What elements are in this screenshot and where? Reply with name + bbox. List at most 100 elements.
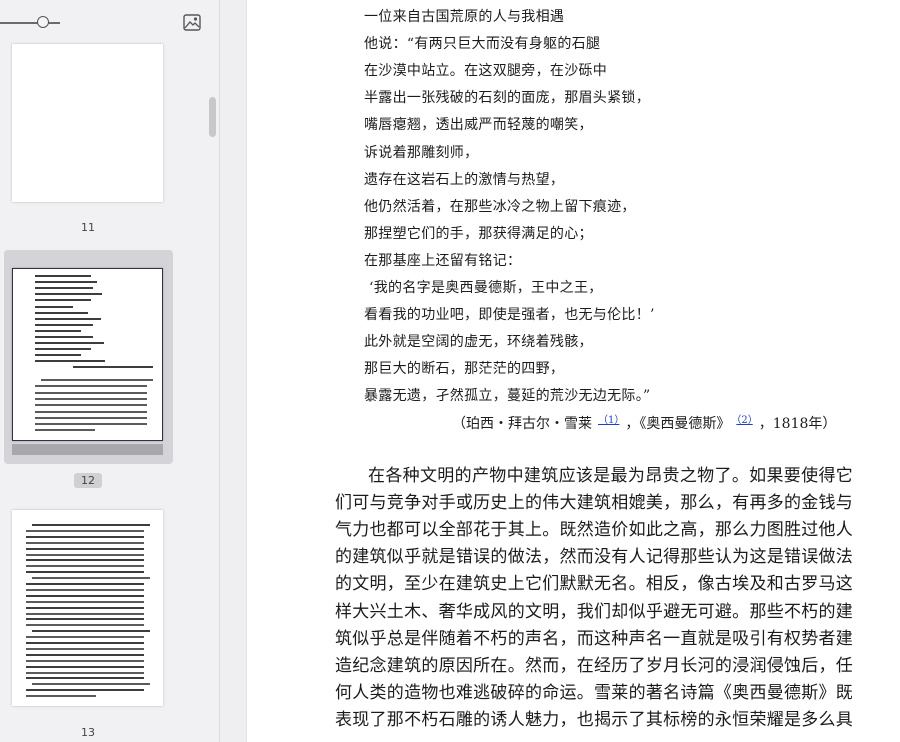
thumbnail-text-line: [26, 665, 144, 668]
poem-line: 在沙漠中站立。在这双腿旁，在沙砾中: [364, 63, 608, 80]
thumbnail-text-line: [26, 695, 96, 698]
thumbnail-text-line: [26, 677, 144, 680]
paragraph-line: 造纪念建筑的原因所在。然而，在经历了岁月长河的浸润侵蚀后，任: [335, 655, 853, 676]
poem-line: 那巨大的断石，那茫茫的四野，: [364, 361, 565, 378]
thumbnail-text-line: [35, 336, 93, 338]
page-thumbnail-12[interactable]: [12, 268, 163, 441]
footnote-link-2[interactable]: （2）: [736, 415, 752, 426]
thumbnail-text-line: [35, 305, 74, 308]
thumbnail-text-line: [35, 391, 147, 394]
paragraph-line: 们可与竞争对手或历史上的伟大建筑相媲美，那么，有再多的金钱与: [335, 493, 853, 514]
thumbnail-text-line: [35, 342, 104, 345]
thumbnail-text-line: [26, 583, 144, 585]
attribution-author: （珀西・拜古尔・雪莱: [452, 416, 592, 432]
thumbnail-text-line: [26, 618, 144, 621]
thumbnail-text-line: [35, 299, 91, 302]
thumbnail-text-line: [35, 416, 147, 419]
thumbnail-text-line: [35, 329, 82, 332]
poem-line: 此外就是空阔的虚无，环绕着残骸，: [364, 334, 593, 351]
thumbnail-text-line: [26, 612, 144, 615]
thumbnail-text-line: [26, 671, 144, 674]
image-icon[interactable]: [183, 14, 201, 31]
thumbnail-text-line: [35, 404, 147, 407]
thumbnail-sidebar: 11 12 13: [0, 0, 220, 742]
document-page: （珀西・拜古尔・雪莱 （1） ，《奥西曼德斯》 （2） ，1818年） 一位来自古国荒原…: [247, 0, 900, 742]
poem-line: 看看我的功业吧，即使是强者，也无与伦比！’: [364, 307, 655, 324]
thumbnail-text-line: [35, 423, 147, 426]
footnote-link-1[interactable]: （1）: [598, 415, 619, 426]
thumbnail-text-line: [26, 553, 144, 556]
thumbnail-text-line: [32, 577, 150, 580]
paragraph-line: 的文明，至少在建筑史上它们默默无名。相反，像古埃及和古罗马这: [335, 574, 853, 595]
thumbnail-text-line: [35, 281, 98, 284]
poem-line: 他仍然活着，在那些冰冷之物上留下痕迹，: [364, 198, 636, 215]
thumbnail-text-line: [32, 630, 150, 633]
attribution-year: ，1818年）: [758, 416, 837, 432]
thumbnail-text-line: [26, 636, 144, 639]
thumbnail-text-line: [35, 323, 93, 326]
thumbnail-text-line: [32, 683, 150, 686]
poem-attribution: （珀西・拜古尔・雪莱 （1） ，《奥西曼德斯》 （2） ，1818年）: [452, 411, 836, 433]
paragraph-line: 何人类的造物也难逃破碎的命运。雪莱的著名诗篇《奥西曼德斯》既: [335, 682, 853, 703]
thumbnail-text-line: [26, 689, 144, 692]
thumbnail-text-line: [26, 642, 144, 644]
thumbnail-text-line: [26, 565, 144, 568]
poem-line: 嘴唇瘪翘，透出威严而轻蔑的嘲笑，: [364, 117, 593, 134]
zoom-slider-track[interactable]: [0, 22, 60, 24]
thumbnail-text-line: [35, 275, 91, 277]
poem-line: 一位来自古国荒原的人与我相遇: [364, 9, 565, 25]
paragraph-line: 表现了那不朽石雕的诱人魅力，也揭示了其标榜的永恒荣耀是多么具: [335, 709, 853, 730]
thumbnail-text-line: [26, 624, 144, 627]
thumbnail-text-line: [35, 317, 101, 320]
thumbnail-footer-bar: [12, 444, 163, 455]
thumbnail-text-line: [35, 348, 91, 351]
attribution-title: ，《奥西曼德斯》: [625, 416, 731, 432]
thumbnail-text-line: [35, 360, 106, 363]
thumbnail-text-line: [73, 366, 153, 368]
paragraph-line: 的建筑似乎就是错误的做法，然而没有人记得那些认为这是错误做法: [335, 547, 853, 568]
thumbnail-text-line: [35, 385, 147, 388]
thumbnail-text-line: [35, 397, 147, 400]
thumbnail-text-line: [26, 529, 144, 532]
thumbnail-text-line: [35, 410, 147, 413]
thumbnail-text-line: [26, 600, 144, 603]
poem-line: 暴露无遗，孑然孤立，蔓延的荒沙无边无际。”: [364, 388, 651, 405]
poem-line: 他说：“有两只巨大而没有身躯的石腿: [364, 36, 601, 53]
thumbnail-text-line: [26, 588, 144, 591]
paragraph-line: 气力也都可以全部花于其上。既然造价如此之高，那么力图胜过他人: [335, 520, 853, 541]
paragraph-line: 在各种文明的产物中建筑应该是最为昂贵之物了。如果要使得它: [368, 466, 853, 486]
thumbnail-text-line: [26, 559, 144, 562]
thumbnail-text-line: [35, 287, 93, 290]
sidebar-splitter[interactable]: [220, 0, 247, 742]
page-number-label: 11: [81, 221, 95, 234]
thumbnail-text-line: [26, 659, 144, 662]
page-number-label: 13: [81, 726, 95, 739]
thumbnail-text-line: [35, 354, 82, 357]
poem-line: 遗存在这岩石上的激情与热望，: [364, 171, 565, 188]
zoom-slider-handle[interactable]: [37, 16, 49, 28]
thumbnail-text-line: [26, 606, 144, 609]
thumbnail-text-line: [41, 379, 153, 381]
thumbnail-text-line: [26, 594, 144, 597]
thumbnail-text-line: [35, 311, 88, 314]
thumbnail-text-line: [26, 647, 144, 650]
poem-line: ‘我的名字是奥西曼德斯，王中之王，: [369, 280, 603, 296]
poem-line: 在那基座上还留有铭记：: [364, 252, 522, 269]
poem-line: 诉说着那雕刻师，: [364, 144, 479, 161]
paragraph-line: 样大兴土木、奢华成风的文明，我们却似乎避无可避。那些不朽的建: [335, 601, 853, 622]
thumbnail-text-line: [26, 541, 144, 544]
thumbnail-text-line: [35, 429, 95, 432]
thumbnail-text-line: [26, 653, 144, 656]
thumbnail-text-line: [26, 571, 144, 574]
thumbnail-text-line: [26, 547, 144, 550]
page-thumbnail-13[interactable]: [12, 510, 163, 706]
poem-line: 半露出一张残破的石刻的面庞，那眉头紧锁，: [364, 90, 650, 107]
page-thumbnail-11[interactable]: [12, 44, 163, 202]
thumbnail-text-line: [35, 293, 103, 296]
paragraph-line: 筑似乎总是伴随着不朽的声名，而这种声名一直就是吸引有权势者建: [335, 628, 853, 649]
thumbnail-text-line: [26, 535, 144, 538]
sidebar-scrollbar[interactable]: [209, 97, 216, 137]
poem-line: 那捏塑它们的手，那获得满足的心；: [364, 225, 593, 242]
page-number-label: 12: [74, 473, 102, 488]
thumbnail-text-line: [32, 524, 150, 526]
